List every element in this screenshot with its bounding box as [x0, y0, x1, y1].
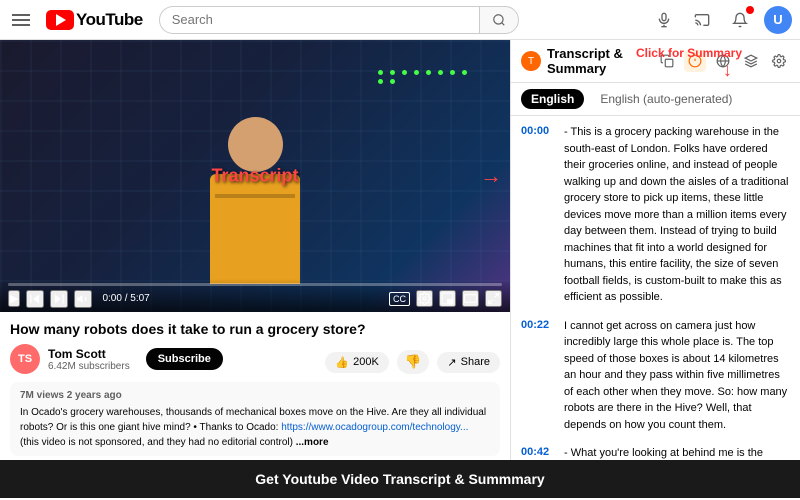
language-tab-auto[interactable]: English (auto-generated) — [590, 89, 742, 109]
language-tab-english[interactable]: English — [521, 89, 584, 109]
transcript-entry-2: 00:42 - What you're looking at behind me… — [521, 445, 790, 460]
search-button[interactable] — [479, 6, 519, 34]
description-url[interactable]: https://www.ocadogroup.com/technology... — [281, 422, 468, 433]
ai-icon[interactable] — [740, 50, 762, 72]
settings-panel-icon[interactable] — [768, 50, 790, 72]
transcript-overlay-label: Transcript — [211, 165, 298, 186]
like-icon: 👍 — [335, 356, 349, 369]
youtube-logo[interactable]: YouTube — [46, 10, 143, 30]
subscriber-count: 6.42M subscribers — [48, 361, 130, 372]
panel-action-buttons — [656, 50, 790, 72]
youtube-icon — [46, 10, 74, 30]
description-suffix: (this video is not sponsored, and they h… — [20, 437, 296, 448]
header: YouTube U — [0, 0, 800, 40]
channel-actions: TS Tom Scott 6.42M subscribers Subscribe… — [10, 344, 500, 374]
next-button[interactable] — [50, 290, 68, 308]
hamburger-menu[interactable] — [8, 10, 34, 30]
transcript-entry-1: 00:22 I cannot get across on camera just… — [521, 318, 790, 434]
fullscreen-button[interactable] — [485, 290, 502, 307]
header-actions: U — [650, 6, 792, 34]
transcript-content: 00:00 - This is a grocery packing wareho… — [511, 116, 800, 460]
youtube-text: YouTube — [76, 10, 143, 30]
timestamp-0[interactable]: 00:00 — [521, 125, 556, 306]
globe-icon[interactable] — [712, 50, 734, 72]
avatar[interactable]: U — [764, 6, 792, 34]
right-panel: T Transcript & Summary — [510, 40, 800, 460]
video-player[interactable]: Transcript → ▶ — [0, 40, 510, 312]
youtube-play-icon — [56, 14, 66, 26]
share-label: Share — [461, 356, 490, 368]
search-input[interactable] — [159, 6, 479, 34]
miniplayer-button[interactable] — [439, 290, 456, 307]
left-panel: Transcript → ▶ — [0, 40, 510, 460]
video-controls: ▶ 0:00 / 5:07 CC — [0, 279, 510, 312]
search-bar — [159, 6, 519, 34]
bottom-bar: Get Youtube Video Transcript & Summmary — [0, 460, 800, 498]
cc-button[interactable]: CC — [389, 292, 410, 306]
video-info: How many robots does it take to run a gr… — [0, 312, 510, 382]
transcript-text-0: - This is a grocery packing warehouse in… — [564, 124, 790, 306]
video-description: 7M views 2 years ago In Ocado's grocery … — [10, 382, 500, 456]
transcript-entry-0: 00:00 - This is a grocery packing wareho… — [521, 124, 790, 306]
cast-icon[interactable] — [688, 6, 716, 34]
panel-title: Transcript & Summary — [547, 46, 650, 76]
volume-button[interactable] — [74, 290, 92, 308]
notification-badge — [746, 6, 754, 14]
dislike-icon: 👎 — [405, 354, 422, 370]
summary-active-icon[interactable] — [684, 50, 706, 72]
share-icon: ↗ — [447, 356, 456, 369]
timestamp-1[interactable]: 00:22 — [521, 319, 556, 434]
video-title: How many robots does it take to run a gr… — [10, 320, 500, 338]
microphone-icon[interactable] — [650, 6, 678, 34]
view-count-date: 7M views 2 years ago — [20, 388, 490, 403]
action-row: 👍 200K 👎 ↗ Share — [325, 350, 500, 374]
transcript-text-1: I cannot get across on camera just how i… — [564, 318, 790, 434]
channel-info: Tom Scott 6.42M subscribers — [48, 347, 130, 372]
subscribe-button[interactable]: Subscribe — [146, 348, 223, 370]
copy-icon[interactable] — [656, 50, 678, 72]
settings-button[interactable] — [416, 290, 433, 307]
transcript-text-2: - What you're looking at behind me is th… — [564, 445, 790, 460]
play-button[interactable]: ▶ — [8, 290, 20, 307]
like-count: 200K — [353, 356, 379, 368]
dislike-button[interactable]: 👎 — [397, 350, 430, 374]
panel-logo-icon: T — [521, 51, 541, 71]
share-button[interactable]: ↗ Share — [437, 352, 500, 373]
time-display: 0:00 / 5:07 — [102, 293, 149, 304]
channel-avatar: TS — [10, 344, 40, 374]
progress-bar[interactable] — [8, 283, 502, 286]
like-button[interactable]: 👍 200K — [325, 352, 388, 373]
prev-button[interactable] — [26, 290, 44, 308]
theater-button[interactable] — [462, 290, 479, 307]
main-content: Transcript → ▶ — [0, 40, 800, 460]
channel-name: Tom Scott — [48, 347, 130, 361]
panel-header: T Transcript & Summary — [511, 40, 800, 83]
more-link[interactable]: ...more — [296, 437, 329, 448]
language-tabs: English English (auto-generated) — [511, 83, 800, 116]
notification-wrapper — [726, 6, 754, 34]
bottom-bar-text: Get Youtube Video Transcript & Summmary — [255, 471, 544, 487]
transcript-arrow-icon: → — [480, 163, 502, 189]
timestamp-2[interactable]: 00:42 — [521, 446, 556, 460]
